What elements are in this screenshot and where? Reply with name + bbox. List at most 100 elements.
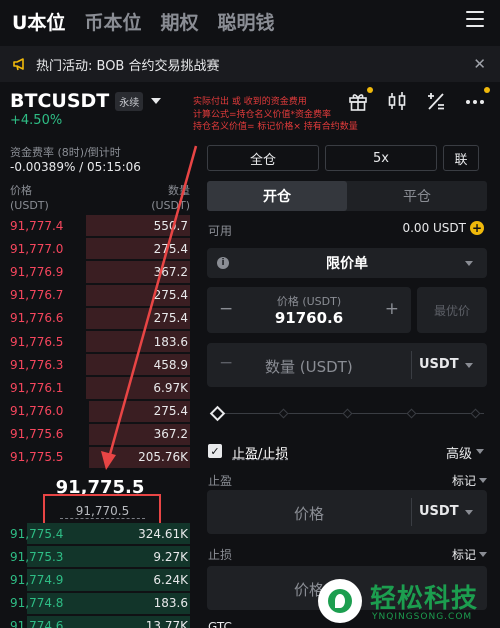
slider-tick[interactable] <box>278 408 289 419</box>
ask-row[interactable]: 91,777.4 550.7 <box>0 214 190 237</box>
slider-handle[interactable] <box>209 405 226 422</box>
ask-quantity: 275.4 <box>153 241 188 256</box>
tab-close[interactable]: 平仓 <box>347 181 487 211</box>
quantity-input[interactable]: − 数量 (USDT) USDT <box>207 343 487 387</box>
tab-smart-money[interactable]: 聪明钱 <box>217 8 274 35</box>
link-button[interactable]: 联 <box>443 145 479 171</box>
best-price-button[interactable]: 最优价 <box>417 287 487 333</box>
chevron-down-icon <box>476 449 484 454</box>
ask-price: 91,775.6 <box>10 427 64 442</box>
bid-quantity: 6.24K <box>153 572 188 587</box>
bid-quantity: 183.6 <box>153 596 188 611</box>
ask-row[interactable]: 91,776.1 6.97K <box>0 376 190 399</box>
bid-row[interactable]: 91,774.9 6.24K <box>0 568 190 591</box>
ask-row[interactable]: 91,777.0 275.4 <box>0 237 190 260</box>
available-balance: 0.00 USDT + <box>402 221 484 235</box>
bid-price: 91,775.4 <box>10 526 64 541</box>
menu-icon[interactable] <box>466 11 484 27</box>
slider-tick[interactable] <box>470 408 481 419</box>
price-input-label: 价格 (USDT) <box>276 295 342 308</box>
bid-row[interactable]: 91,774.8 183.6 <box>0 592 190 615</box>
quantity-placeholder: 数量 (USDT) <box>265 358 353 376</box>
tpsl-checkbox[interactable]: ✓ <box>208 444 222 458</box>
candlestick-icon[interactable] <box>386 90 408 112</box>
slider-tick[interactable] <box>342 408 353 419</box>
calculator-icon[interactable] <box>425 90 447 112</box>
more-icon[interactable] <box>464 87 490 112</box>
ask-row[interactable]: 91,776.6 275.4 <box>0 307 190 330</box>
take-profit-input[interactable]: 价格 USDT <box>207 490 487 534</box>
watermark-logo-icon <box>318 579 362 623</box>
divider <box>411 498 412 526</box>
tp-trigger-select[interactable]: 标记 <box>452 472 476 489</box>
available-label: 可用 <box>208 224 233 238</box>
time-in-force-select[interactable]: GTC <box>208 620 232 628</box>
margin-mode-button[interactable]: 全仓 <box>207 145 319 171</box>
bid-row[interactable]: 91,774.6 13.77K <box>0 615 190 628</box>
bid-quantity: 324.61K <box>138 526 188 541</box>
ask-quantity: 367.2 <box>153 264 188 279</box>
quantity-unit: (USDT) <box>151 199 190 212</box>
add-funds-icon[interactable]: + <box>470 221 484 235</box>
bid-price: 91,774.9 <box>10 572 64 587</box>
quantity-slider[interactable] <box>209 405 484 422</box>
annotation-line: 持仓名义价值= 标记价格× 持有合约数量 <box>193 122 358 132</box>
tpsl-row: ✓ 止盈/止损 高级 <box>208 443 484 462</box>
tp-unit-select[interactable]: USDT <box>419 504 459 519</box>
ask-quantity: 6.97K <box>153 380 188 395</box>
watermark: 轻松科技 YNQINGSONG.COM <box>314 576 500 628</box>
promo-banner[interactable]: 热门活动: BOB 合约交易挑战赛 ✕ <box>0 46 500 82</box>
tab-options[interactable]: 期权 <box>160 8 198 35</box>
ask-price: 91,776.7 <box>10 288 64 303</box>
ask-row[interactable]: 91,776.5 183.6 <box>0 330 190 353</box>
position-tabs: 开仓 平仓 <box>207 181 487 211</box>
ask-quantity: 275.4 <box>153 288 188 303</box>
symbol-selector[interactable]: BTCUSDT 永续 <box>10 90 162 112</box>
notification-dot <box>484 87 490 93</box>
sl-trigger-select[interactable]: 标记 <box>452 546 476 563</box>
slider-tick[interactable] <box>406 408 417 419</box>
quantity-unit-select[interactable]: USDT <box>419 357 459 372</box>
decrease-quantity-button[interactable]: − <box>219 353 233 373</box>
bid-list: 91,775.4 324.61K 91,775.3 9.27K 91,774.9 6.24… <box>0 522 190 628</box>
mark-price[interactable]: 91,770.5 <box>60 504 145 519</box>
increase-price-button[interactable]: + <box>385 299 399 319</box>
leverage-button[interactable]: 5x <box>325 145 437 171</box>
divider <box>411 351 412 379</box>
promo-text: 热门活动: BOB 合约交易挑战赛 <box>36 58 220 74</box>
ask-row[interactable]: 91,776.3 458.9 <box>0 353 190 376</box>
bid-price: 91,774.8 <box>10 596 64 611</box>
order-type-select[interactable]: i 限价单 <box>207 248 487 278</box>
price-input[interactable]: − 价格 (USDT) 91760.6 + <box>207 287 411 333</box>
bid-price: 91,774.6 <box>10 619 64 628</box>
chevron-down-icon <box>151 98 162 104</box>
tab-coin-margined[interactable]: 币本位 <box>84 8 141 35</box>
margin-controls: 全仓 5x 联 <box>207 145 479 171</box>
close-icon[interactable]: ✕ <box>473 55 486 73</box>
available-value: 0.00 USDT <box>402 221 466 235</box>
ask-row[interactable]: 91,775.5 205.76K <box>0 446 190 469</box>
ask-price: 91,776.6 <box>10 311 64 326</box>
tpsl-label[interactable]: 止盈/止损 <box>232 443 288 462</box>
ask-row[interactable]: 91,776.0 275.4 <box>0 400 190 423</box>
ask-row[interactable]: 91,776.9 367.2 <box>0 260 190 283</box>
gift-icon[interactable] <box>347 87 373 112</box>
funding-rate-label[interactable]: 资金费率 (8时)/倒计时 <box>10 144 121 160</box>
tab-usdt-margined[interactable]: U本位 <box>12 8 65 35</box>
ask-row[interactable]: 91,776.7 275.4 <box>0 284 190 307</box>
bid-row[interactable]: 91,775.4 324.61K <box>0 522 190 545</box>
ask-quantity: 205.76K <box>138 450 188 465</box>
ask-list: 91,777.4 550.7 91,777.0 275.4 91,776.9 367.2 9… <box>0 214 190 469</box>
ask-price: 91,776.9 <box>10 264 64 279</box>
tab-open[interactable]: 开仓 <box>207 181 347 211</box>
notification-dot <box>367 87 373 93</box>
order-type-label: 限价单 <box>326 256 368 272</box>
ask-price: 91,776.1 <box>10 380 64 395</box>
price-input-value[interactable]: 91760.6 <box>207 309 411 327</box>
bid-price: 91,775.3 <box>10 549 64 564</box>
info-icon[interactable]: i <box>217 257 229 269</box>
funding-rate-value: -0.00389% / 05:15:06 <box>10 160 141 174</box>
ask-row[interactable]: 91,775.6 367.2 <box>0 423 190 446</box>
bid-row[interactable]: 91,775.3 9.27K <box>0 545 190 568</box>
advanced-select[interactable]: 高级 <box>446 443 472 462</box>
